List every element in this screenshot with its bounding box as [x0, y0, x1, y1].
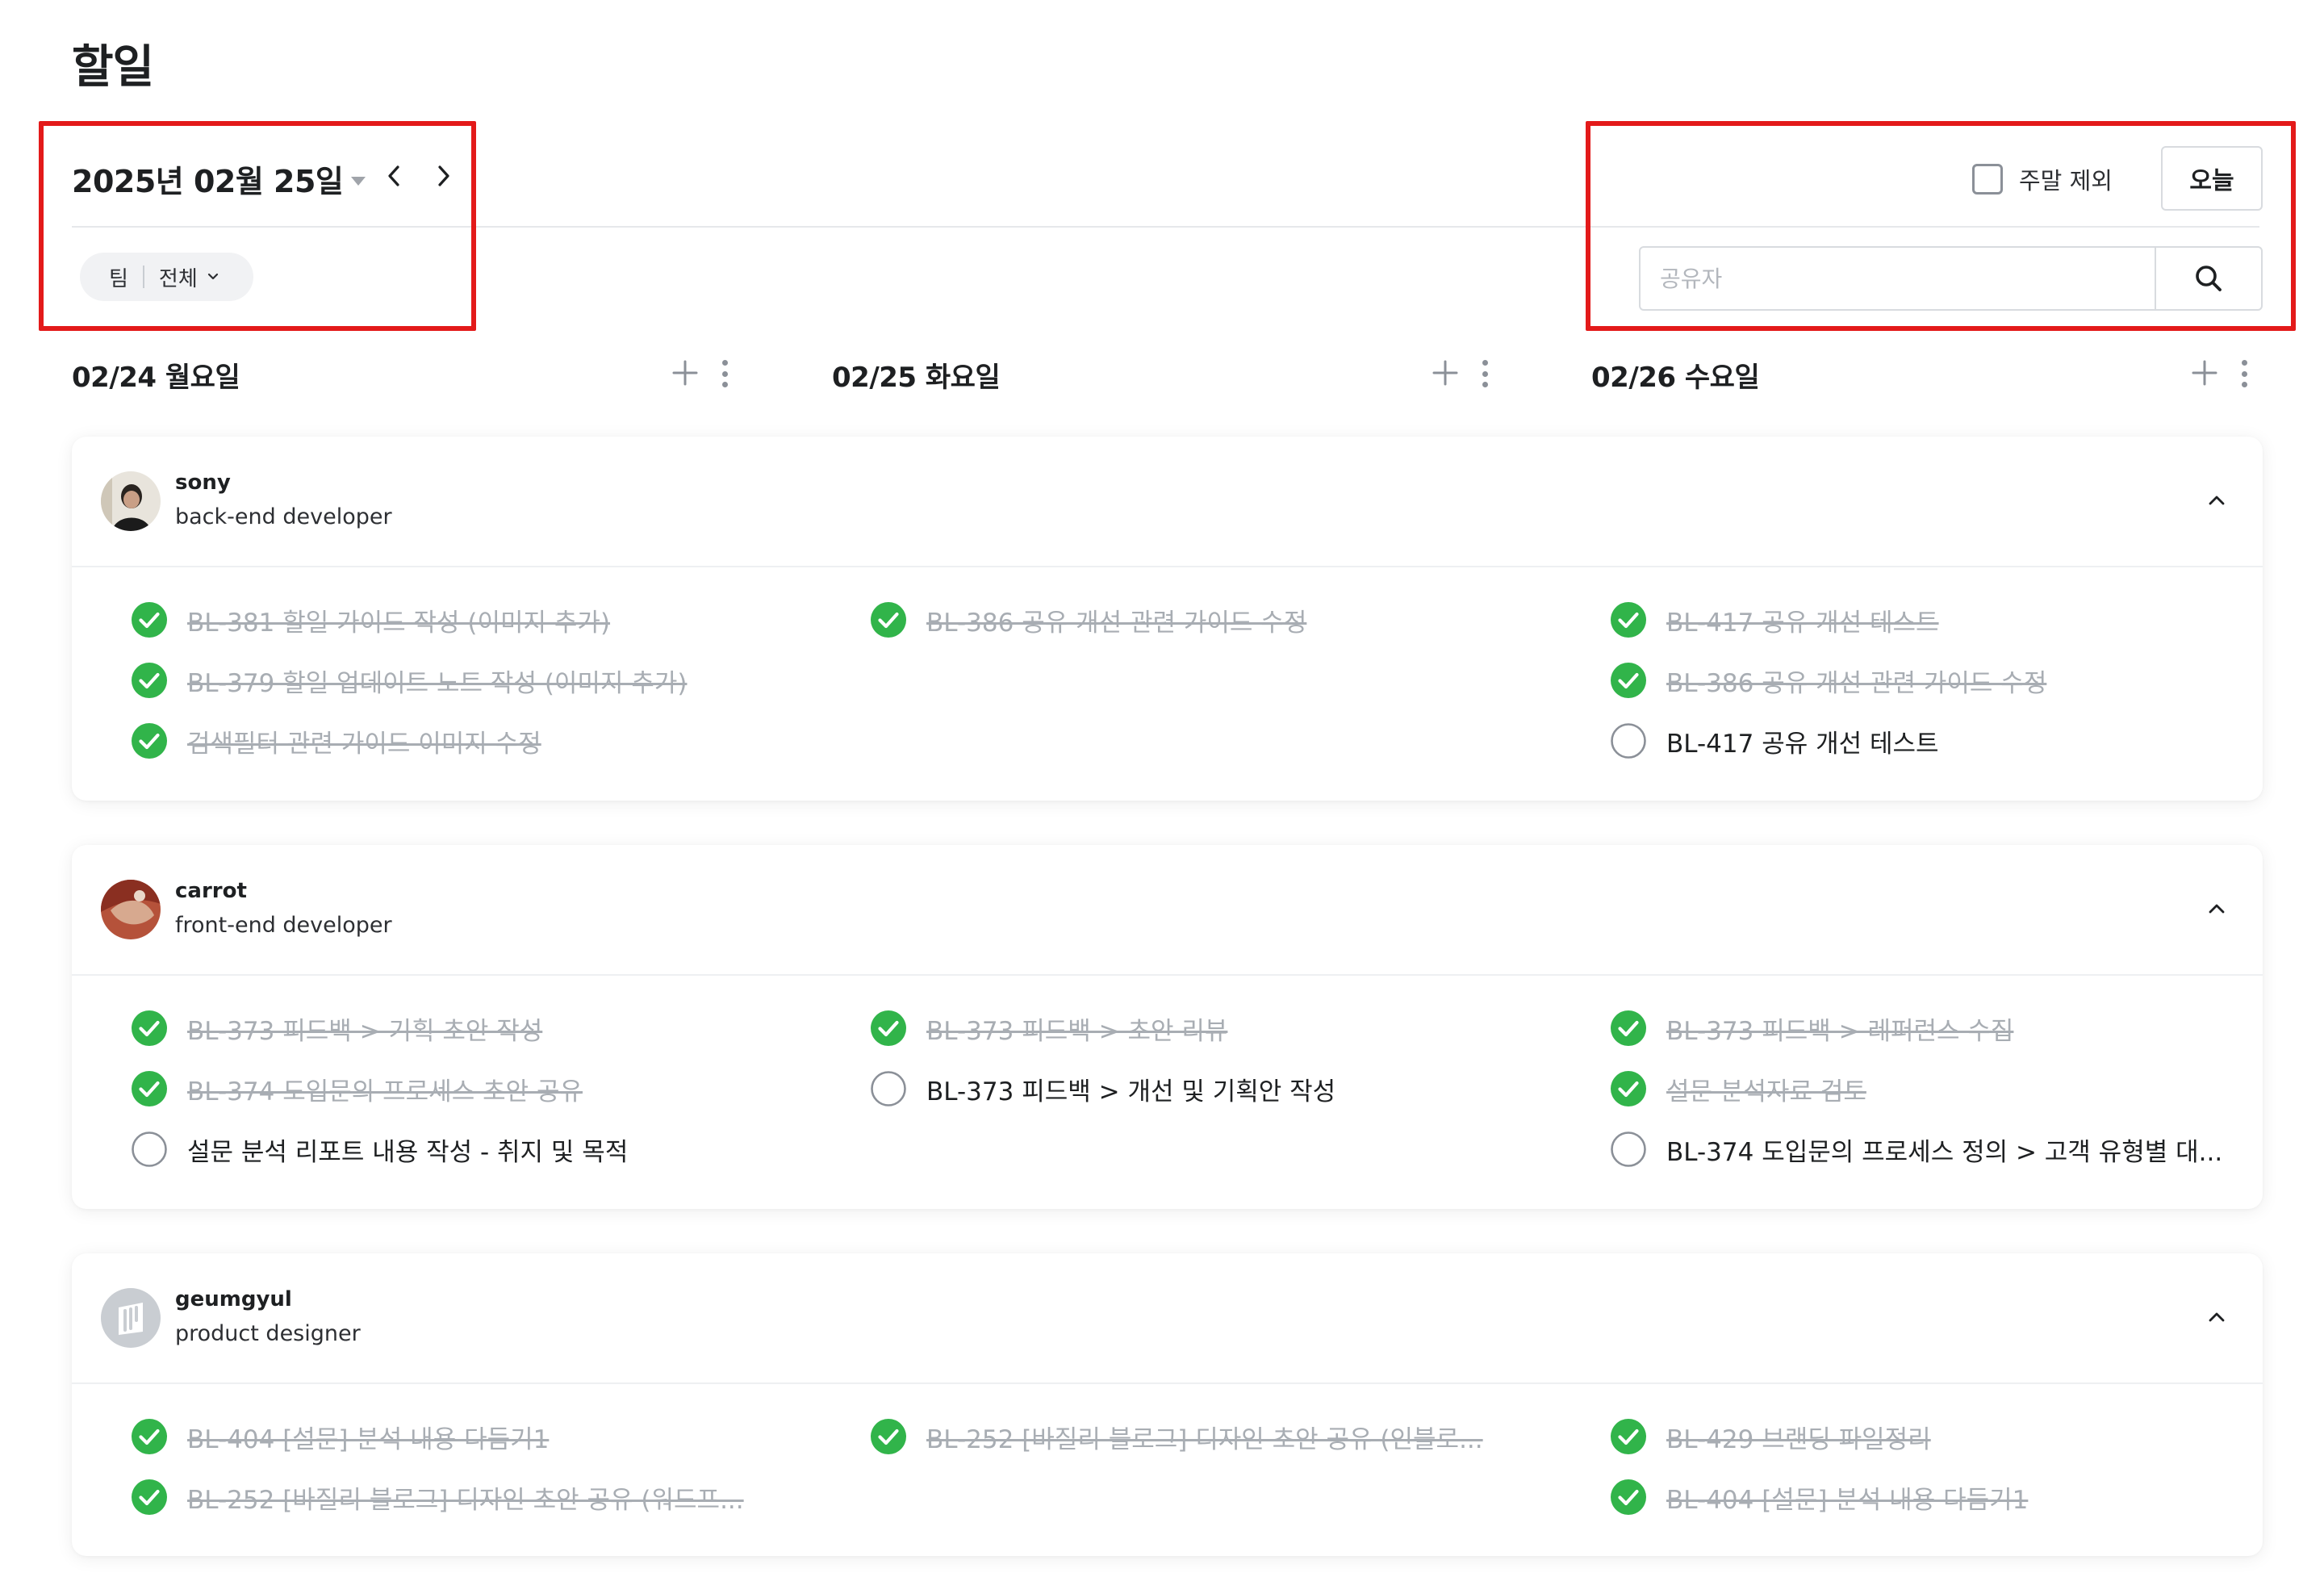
check-circle-icon[interactable] [1610, 601, 1647, 638]
more-options-icon[interactable] [2239, 360, 2249, 387]
chevron-up-icon[interactable] [2203, 487, 2230, 514]
task-item[interactable]: BL-252 [바질리 블로그] 디자인 초안 공유 (워드프... [131, 1479, 744, 1516]
avatar [101, 880, 161, 939]
task-item[interactable]: 설문 분석자료 검토 [1610, 1070, 1866, 1107]
task-item[interactable]: BL-386 공유 개선 관련 가이드 수정 [870, 601, 1306, 638]
task-text: 설문 분석 리포트 내용 작성 - 취지 및 목적 [187, 1137, 629, 1167]
task-item[interactable]: BL-374 도입문의 프로세스 정의 > 고객 유형별 대... [1610, 1131, 2222, 1168]
task-item[interactable]: BL-373 피드백 > 레퍼런스 수집 [1610, 1010, 2013, 1047]
avatar [101, 471, 161, 531]
task-text: BL-252 [바질리 블로그] 디자인 초안 공유 (워드프... [187, 1485, 744, 1515]
add-task-icon[interactable] [2188, 357, 2221, 389]
task-text: BL-374 도입문의 프로세스 정의 > 고객 유형별 대... [1666, 1137, 2223, 1167]
member-name: carrot [175, 879, 247, 903]
check-circle-icon[interactable] [131, 1418, 168, 1455]
member-card-header[interactable]: geumgyul product designer [72, 1253, 2263, 1384]
task-item[interactable]: BL-404 [설문] 분석 내용 다듬기1 [131, 1418, 549, 1455]
avatar [101, 1288, 161, 1348]
task-item[interactable]: BL-386 공유 개선 관련 가이드 수정 [1610, 662, 2046, 699]
highlight-box-date-controls [39, 121, 476, 331]
day-header-2: 02/26 수요일 [1591, 362, 1760, 394]
empty-circle-icon[interactable] [1610, 722, 1647, 759]
day-header-0: 02/24 월요일 [72, 362, 240, 394]
task-text: BL-381 할일 가이드 작성 (이미지 추가) [187, 608, 611, 638]
check-circle-icon[interactable] [131, 722, 168, 759]
chevron-up-icon[interactable] [2203, 895, 2230, 922]
task-text: BL-429 브랜딩 파일정리 [1666, 1424, 1931, 1454]
check-circle-icon[interactable] [131, 1070, 168, 1107]
task-text: BL-373 피드백 > 레퍼런스 수집 [1666, 1016, 2014, 1046]
add-task-icon[interactable] [669, 357, 701, 389]
highlight-box-search-controls [1586, 121, 2296, 331]
task-item[interactable]: BL-404 [설문] 분석 내용 다듬기1 [1610, 1479, 2028, 1516]
task-item[interactable]: BL-429 브랜딩 파일정리 [1610, 1418, 1931, 1455]
task-item[interactable]: BL-252 [바질리 블로그] 디자인 초안 공유 (인블로... [870, 1418, 1483, 1455]
todo-page: 할일 2025년 02월 25일 팀 전체 주말 제외 오늘 02/24 월요일… [0, 0, 2324, 1577]
task-item[interactable]: BL-373 피드백 > 초안 리뷰 [870, 1010, 1227, 1047]
task-text: BL-404 [설문] 분석 내용 다듬기1 [187, 1424, 550, 1454]
check-circle-icon[interactable] [1610, 662, 1647, 699]
task-text: BL-252 [바질리 블로그] 디자인 초안 공유 (인블로... [926, 1424, 1483, 1454]
task-item[interactable]: BL-373 피드백 > 기획 초안 작성 [131, 1010, 542, 1047]
empty-circle-icon[interactable] [870, 1070, 907, 1107]
task-item[interactable]: BL-374 도입문의 프로세스 초안 공유 [131, 1070, 583, 1107]
task-text: BL-404 [설문] 분석 내용 다듬기1 [1666, 1485, 2029, 1515]
check-circle-icon[interactable] [131, 662, 168, 699]
more-options-icon[interactable] [1480, 360, 1490, 387]
check-circle-icon[interactable] [1610, 1070, 1647, 1107]
task-item[interactable]: BL-381 할일 가이드 작성 (이미지 추가) [131, 601, 610, 638]
add-task-icon[interactable] [1429, 357, 1461, 389]
task-text: BL-386 공유 개선 관련 가이드 수정 [1666, 668, 2047, 698]
check-circle-icon[interactable] [1610, 1418, 1647, 1455]
task-text: BL-386 공유 개선 관련 가이드 수정 [926, 608, 1307, 638]
check-circle-icon[interactable] [131, 1010, 168, 1047]
member-role: back-end developer [175, 504, 392, 529]
check-circle-icon[interactable] [1610, 1479, 1647, 1516]
task-text: 검색필터 관련 가이드 이미지 수정 [187, 729, 541, 759]
member-name: geumgyul [175, 1287, 292, 1311]
task-item[interactable]: 설문 분석 리포트 내용 작성 - 취지 및 목적 [131, 1131, 628, 1168]
check-circle-icon[interactable] [1610, 1010, 1647, 1047]
check-circle-icon[interactable] [870, 1418, 907, 1455]
more-options-icon[interactable] [720, 360, 729, 387]
task-text: BL-417 공유 개선 테스트 [1666, 608, 1939, 638]
task-text: BL-374 도입문의 프로세스 초안 공유 [187, 1077, 583, 1106]
member-card-header[interactable]: carrot front-end developer [72, 845, 2263, 976]
task-item[interactable]: BL-379 할일 업데이트 노트 작성 (이미지 추가) [131, 662, 687, 699]
task-text: BL-373 피드백 > 개선 및 기획안 작성 [926, 1077, 1336, 1106]
task-text: BL-373 피드백 > 기획 초안 작성 [187, 1016, 543, 1046]
task-item[interactable]: 검색필터 관련 가이드 이미지 수정 [131, 722, 541, 759]
check-circle-icon[interactable] [870, 601, 907, 638]
empty-circle-icon[interactable] [131, 1131, 168, 1168]
task-text: 설문 분석자료 검토 [1666, 1077, 1866, 1106]
check-circle-icon[interactable] [131, 1479, 168, 1516]
task-item[interactable]: BL-373 피드백 > 개선 및 기획안 작성 [870, 1070, 1335, 1107]
chevron-up-icon[interactable] [2203, 1303, 2230, 1331]
member-card-header[interactable]: sony back-end developer [72, 437, 2263, 567]
check-circle-icon[interactable] [131, 601, 168, 638]
task-text: BL-379 할일 업데이트 노트 작성 (이미지 추가) [187, 668, 688, 698]
member-role: front-end developer [175, 913, 392, 938]
check-circle-icon[interactable] [870, 1010, 907, 1047]
member-role: product designer [175, 1321, 361, 1346]
task-text: BL-373 피드백 > 초안 리뷰 [926, 1016, 1228, 1046]
page-title: 할일 [72, 41, 154, 94]
task-item[interactable]: BL-417 공유 개선 테스트 [1610, 722, 1939, 759]
task-item[interactable]: BL-417 공유 개선 테스트 [1610, 601, 1939, 638]
task-text: BL-417 공유 개선 테스트 [1666, 729, 1939, 759]
member-name: sony [175, 471, 231, 495]
day-header-1: 02/25 화요일 [832, 362, 1001, 394]
empty-circle-icon[interactable] [1610, 1131, 1647, 1168]
